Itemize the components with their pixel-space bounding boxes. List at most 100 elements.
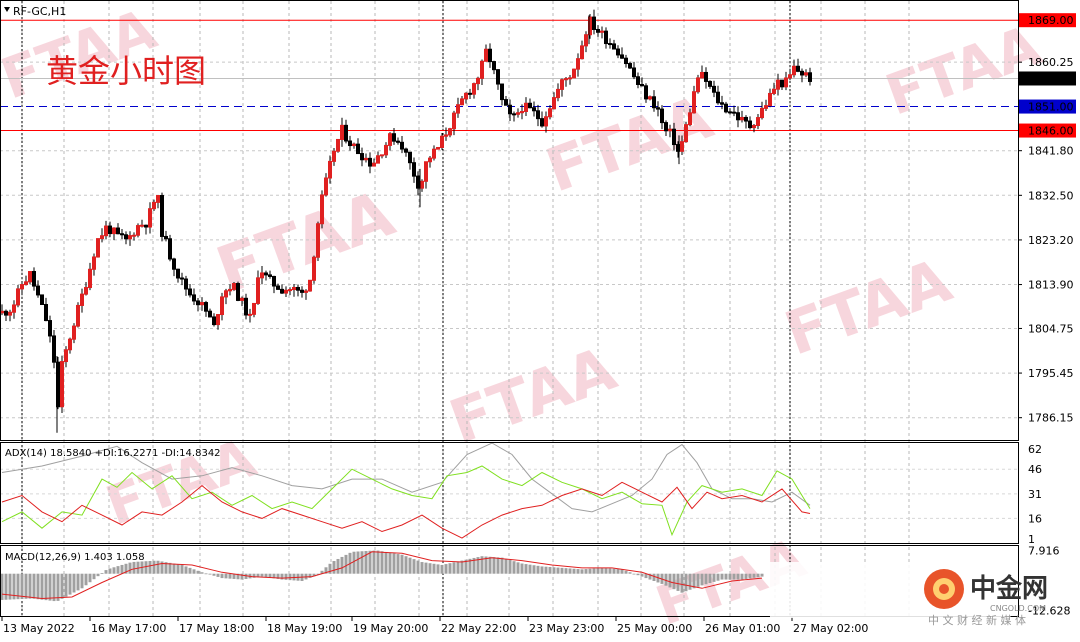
candle-body [416,175,420,189]
macd-histogram-bar [100,573,104,574]
candle-body [544,116,548,127]
candle-body [560,79,564,90]
candle-body [280,288,284,294]
candle-body [136,225,140,236]
macd-histogram-bar [64,573,68,597]
candle-body [748,120,752,129]
macd-histogram-bar [84,573,88,586]
macd-histogram-bar [436,564,440,574]
candle-body [308,279,312,292]
candle-body [152,201,156,210]
candle-body [120,233,124,236]
macd-histogram-bar [308,573,312,578]
macd-histogram-bar [728,573,732,580]
candle-body [180,277,184,280]
time-tick-label: 22 May 22:00 [441,622,516,635]
adx-tick-label: 31 [1028,488,1042,501]
macd-histogram-bar [92,573,96,580]
candle-body [728,111,732,114]
candle-body [100,235,104,240]
macd-histogram-bar [588,568,592,574]
candle-body [292,286,296,291]
macd-histogram-bar [580,569,584,574]
candle-body [300,289,304,293]
candle-body [92,256,96,270]
candle-body [428,157,432,163]
macd-histogram-bar [128,562,132,574]
candle-body [540,118,544,127]
candle-body [704,71,708,82]
candle-body [636,76,640,85]
time-tick-label: 26 May 01:00 [705,622,780,635]
candle-body [800,70,804,76]
candle-body [48,320,52,337]
candle-body [624,57,628,65]
candle-body [44,303,48,322]
candle-body [592,16,596,30]
candle-body [620,54,624,59]
candle-body [440,135,444,148]
candle-body [756,117,760,127]
macd-histogram-bar [708,573,712,584]
grid-layer [0,1,1018,616]
macd-histogram-bar [704,573,708,585]
macd-histogram-bar [176,564,180,574]
candle-body [364,157,368,161]
macd-histogram-bar [188,567,192,574]
candle-body [740,116,744,121]
macd-histogram-bar [556,567,560,574]
macd-histogram-bar [632,573,636,575]
macd-histogram-bar [420,562,424,574]
candle-body [80,293,84,306]
price-tick-label: 1813.90 [1028,279,1074,292]
macd-histogram-bar [732,573,736,580]
candle-body [248,313,252,316]
macd-histogram-bar [696,573,700,587]
macd-histogram-bar [24,573,28,599]
candle-body [660,108,664,124]
macd-histogram-bar [144,561,148,574]
candle-body [444,134,448,137]
candle-body [360,153,364,161]
candle-body [376,155,380,164]
macd-histogram-bar [684,573,688,592]
macd-histogram-bar [44,573,48,601]
candle-body [696,77,700,93]
candle-body [492,61,496,71]
macd-histogram-bar [652,573,656,581]
price-tick-label: 1860.25 [1028,56,1074,69]
macd-histogram-bar [440,564,444,574]
candle-body [652,96,656,109]
macd-histogram-bar [416,560,420,574]
candle-body [36,285,40,296]
current-price-label: 1856.85 [1028,72,1074,85]
candle-body [272,275,276,287]
candle-body [448,128,452,136]
candle-body [368,157,372,167]
candle-body [792,65,796,76]
candle-body [216,314,220,326]
logo-emblem-dot-icon [939,584,949,594]
macd-histogram-bar [428,563,432,574]
candle-body [224,290,228,298]
macd-histogram-bar [760,573,764,577]
candle-body [504,99,508,106]
macd-histogram-bar [192,569,196,574]
candle-body [640,83,644,87]
macd-histogram-bar [724,573,728,580]
candle-body [460,98,464,106]
candle-body [788,74,792,79]
macd-histogram-bar [132,561,136,574]
candle-body [316,223,320,258]
candle-body [404,148,408,153]
macd-histogram-bar [488,556,492,574]
macd-histogram-bar [540,566,544,574]
candle-body [72,325,76,340]
candle-body [256,277,260,304]
price-tick-label: 1832.50 [1028,189,1074,202]
macd-histogram-bar [604,568,608,574]
candle-body [400,141,404,150]
candle-body [332,150,336,162]
candle-body [108,225,112,235]
candle-body [16,288,20,306]
